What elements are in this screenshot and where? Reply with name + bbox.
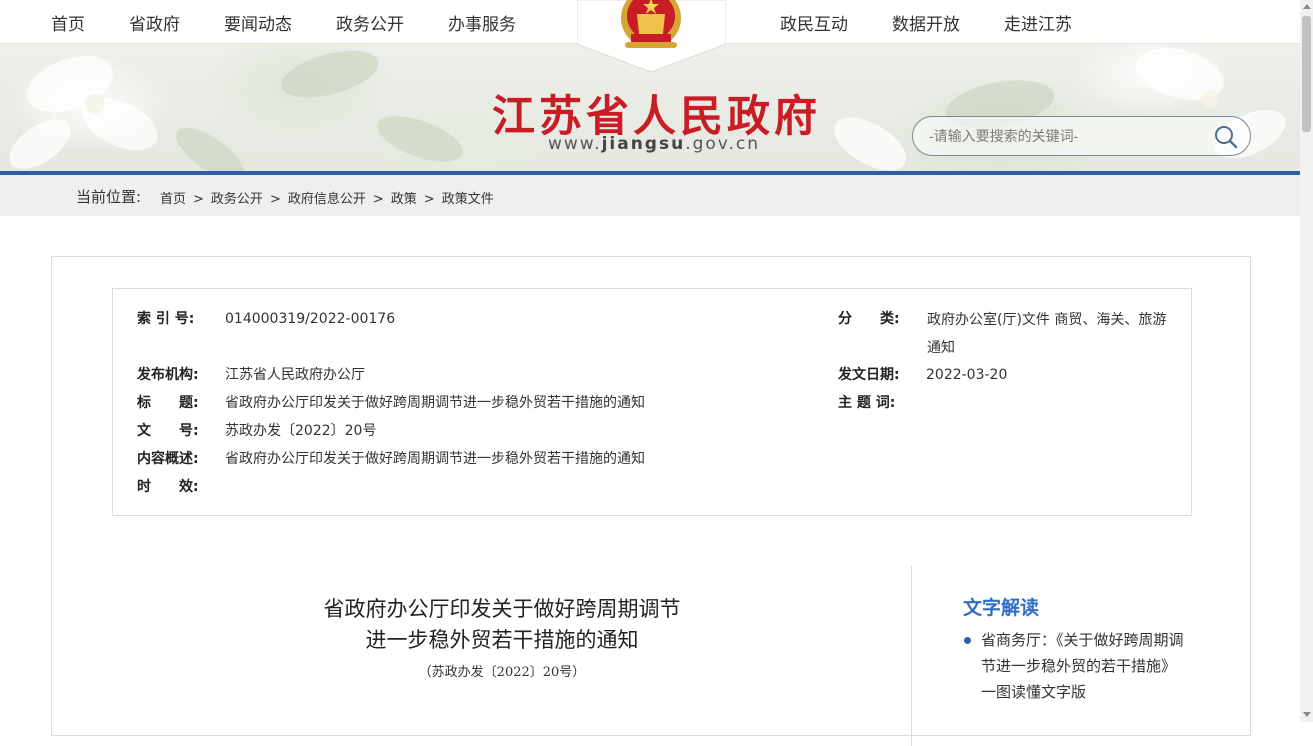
national-emblem-icon[interactable] — [577, 0, 726, 72]
search-input[interactable] — [927, 125, 1197, 147]
content-divider — [911, 566, 912, 746]
breadcrumb-separator: > — [372, 192, 384, 207]
meta-value-category: 政府办公室(厅)文件 商贸、海关、旅游 通知 — [927, 312, 1167, 356]
meta-label-index: 索 引 号: — [137, 311, 195, 327]
meta-value-index: 014000319/2022-00176 — [225, 311, 396, 327]
meta-value-publisher: 江苏省人民政府办公厅 — [225, 367, 365, 383]
main-content: 索 引 号: 014000319/2022-00176 分 类: 政府办公室(厅)… — [51, 256, 1251, 746]
meta-value-title: 省政府办公厅印发关于做好跨周期调节进一步稳外贸若干措施的通知 — [225, 395, 645, 411]
breadcrumb-separator: > — [269, 192, 281, 207]
meta-row-summary: 内容概述: 省政府办公厅印发关于做好跨周期调节进一步稳外贸若干措施的通知 — [137, 445, 645, 473]
nav-item-interaction[interactable]: 政民互动 — [780, 10, 848, 35]
sidebar-heading: 文字解读 — [963, 597, 1040, 619]
nav-item-news[interactable]: 要闻动态 — [224, 10, 292, 35]
scroll-up-arrow-icon[interactable] — [1303, 4, 1311, 9]
meta-label-validity: 时 效: — [137, 479, 199, 495]
scrollbar-thumb[interactable] — [1302, 16, 1311, 132]
interpretation-link[interactable]: 省商务厅：《关于做好跨周期调节进一步稳外贸的若干措施》一图读懂文字版 — [981, 627, 1186, 705]
meta-label-publisher: 发布机构: — [137, 367, 199, 383]
meta-label-keywords: 主 题 词: — [838, 395, 896, 411]
scroll-down-arrow-icon[interactable] — [1303, 712, 1311, 717]
document-title-line2: 进一步稳外贸若干措施的通知 — [365, 628, 639, 652]
breadcrumb-item-policy-docs[interactable]: 政策文件 — [442, 192, 494, 207]
breadcrumb-items: 首页 > 政务公开 > 政府信息公开 > 政策 > 政策文件 — [160, 188, 494, 207]
breadcrumb-separator: > — [423, 192, 435, 207]
breadcrumb-item-gov-info[interactable]: 政府信息公开 — [288, 192, 366, 207]
meta-label-date: 发文日期: — [838, 367, 900, 383]
breadcrumb-item-gov-affairs[interactable]: 政务公开 — [211, 192, 263, 207]
nav-item-open-data[interactable]: 数据开放 — [892, 10, 960, 35]
site-url-prefix: www. — [548, 134, 602, 154]
bullet-icon — [964, 637, 971, 644]
site-url-suffix: .gov.cn — [685, 134, 761, 154]
meta-row-keywords: 主 题 词: — [838, 389, 926, 417]
nav-item-services[interactable]: 办事服务 — [448, 10, 516, 35]
page-scrollbar[interactable] — [1300, 0, 1313, 722]
meta-row-docno: 文 号: 苏政办发〔2022〕20号 — [137, 417, 376, 445]
meta-label-summary: 内容概述: — [137, 451, 199, 467]
meta-row-title: 标 题: 省政府办公厅印发关于做好跨周期调节进一步稳外贸若干措施的通知 — [137, 389, 645, 417]
meta-value-summary: 省政府办公厅印发关于做好跨周期调节进一步稳外贸若干措施的通知 — [225, 451, 645, 467]
nav-right-group: 政民互动 数据开放 走进江苏 — [780, 0, 1116, 44]
breadcrumb: 当前位置: 首页 > 政务公开 > 政府信息公开 > 政策 > 政策文件 — [0, 175, 1300, 216]
document-title-line1: 省政府办公厅印发关于做好跨周期调节 — [323, 597, 681, 621]
meta-row-validity: 时 效: — [137, 473, 225, 501]
nav-item-home[interactable]: 首页 — [51, 10, 85, 35]
nav-item-gov-affairs[interactable]: 政务公开 — [336, 10, 404, 35]
nav-left-group: 首页 省政府 要闻动态 政务公开 办事服务 — [51, 0, 560, 44]
search-box — [912, 116, 1251, 156]
meta-row-publisher: 发布机构: 江苏省人民政府办公厅 — [137, 361, 365, 389]
meta-value-date: 2022-03-20 — [926, 367, 1008, 383]
meta-row-date: 发文日期: 2022-03-20 — [838, 361, 1007, 389]
site-url-brand: jiangsu — [601, 134, 686, 154]
meta-row-index: 索 引 号: 014000319/2022-00176 — [137, 305, 395, 333]
breadcrumb-item-policy[interactable]: 政策 — [391, 192, 417, 207]
document-number: （苏政办发〔2022〕20号） — [418, 665, 586, 680]
meta-value-docno: 苏政办发〔2022〕20号 — [225, 423, 377, 439]
nav-item-about-jiangsu[interactable]: 走进江苏 — [1004, 10, 1072, 35]
breadcrumb-label: 当前位置: — [76, 188, 142, 206]
metadata-table: 索 引 号: 014000319/2022-00176 分 类: 政府办公室(厅)… — [112, 288, 1192, 516]
search-icon[interactable] — [1213, 124, 1239, 150]
nav-item-province-gov[interactable]: 省政府 — [129, 10, 180, 35]
meta-row-category: 分 类: — [838, 305, 926, 333]
document-title: 省政府办公厅印发关于做好跨周期调节 进一步稳外贸若干措施的通知 — [232, 594, 772, 656]
breadcrumb-separator: > — [193, 192, 204, 207]
meta-label-category: 分 类: — [838, 311, 900, 327]
site-url: www.jiangsu.gov.cn — [548, 134, 760, 154]
meta-label-title: 标 题: — [137, 395, 199, 411]
meta-label-docno: 文 号: — [137, 423, 199, 439]
breadcrumb-item-home[interactable]: 首页 — [160, 192, 186, 207]
